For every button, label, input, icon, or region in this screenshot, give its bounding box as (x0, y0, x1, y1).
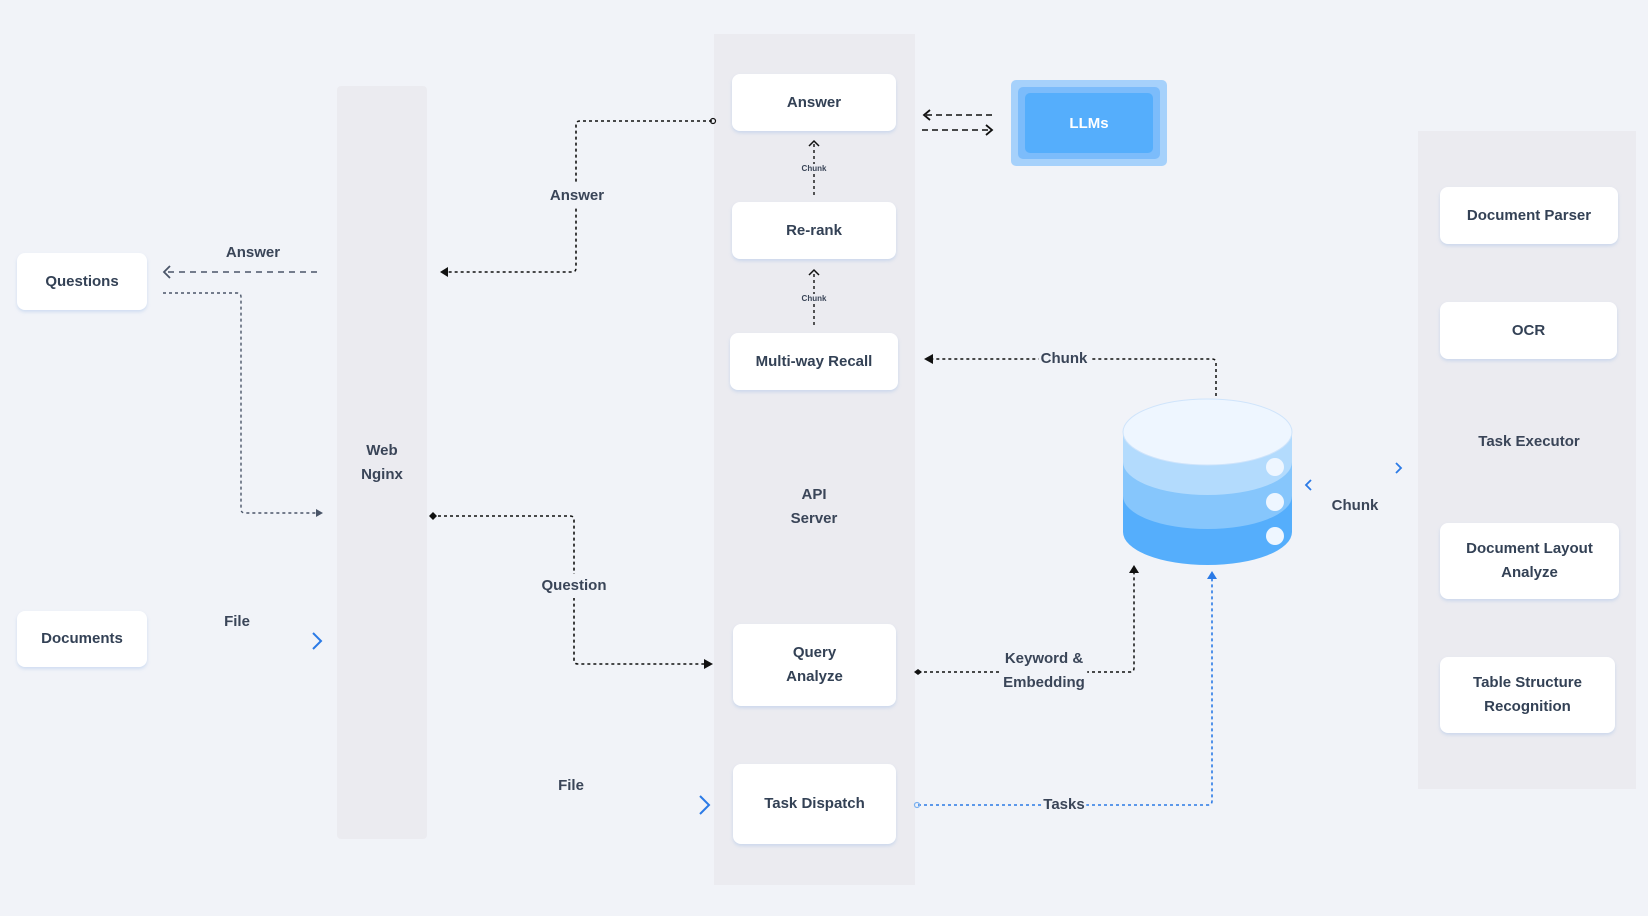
llms-node[interactable]: LLMs (1011, 80, 1167, 166)
api-label: API (801, 486, 827, 503)
query-label-line1: Query (792, 644, 837, 661)
edge-label-chunk-recall: Chunk (1038, 347, 1090, 371)
table-structure-module[interactable]: Table Structure Recognition (1440, 657, 1615, 733)
table-label-line2: Recognition (1484, 698, 1571, 715)
ocr-label: OCR (1511, 321, 1546, 339)
layout-label-line1: Document Layout (1466, 540, 1593, 557)
document-layout-module[interactable]: Document Layout Analyze (1440, 523, 1619, 599)
ocr-module[interactable]: OCR (1440, 302, 1617, 359)
query-label-line2: Analyze (786, 668, 843, 685)
server-label: Server (790, 510, 838, 527)
document-parser-module[interactable]: Document Parser (1440, 187, 1618, 244)
multiway-recall-module[interactable]: Multi-way Recall (730, 333, 898, 390)
database-icon (1122, 398, 1293, 565)
query-analyze-module[interactable]: Query Analyze (733, 624, 896, 706)
recall-module-label: Multi-way Recall (755, 352, 873, 370)
questions-label: Questions (45, 272, 119, 290)
edge-label-file-dispatch: File (558, 777, 584, 794)
edge-file-from-documents (163, 632, 323, 650)
answer-module[interactable]: Answer (732, 74, 896, 131)
edge-label-file-documents: File (224, 613, 250, 630)
table-label-line1: Table Structure (1473, 674, 1582, 691)
documents-label: Documents (41, 630, 123, 647)
llms-label: LLMs (1069, 114, 1109, 132)
dispatch-module-label: Task Dispatch (764, 795, 865, 812)
edge-file-to-dispatch (427, 795, 711, 815)
rerank-module[interactable]: Re-rank (732, 202, 896, 259)
edge-label-chunk-executor: Chunk (1331, 497, 1379, 514)
answer-module-label: Answer (786, 93, 842, 111)
edge-label-answer-questions: Answer (225, 244, 281, 261)
documents-node[interactable]: Documents (17, 611, 147, 667)
edge-label-tasks: Tasks (1041, 793, 1087, 817)
edge-answer-llms (922, 109, 994, 136)
edge-label-chunk-answer: Chunk (801, 164, 827, 174)
edge-answer-to-questions (162, 265, 322, 279)
layout-label-line2: Analyze (1501, 564, 1558, 581)
edge-label-answer-web: Answer (547, 184, 607, 208)
edge-label-embedding: Embedding (1001, 671, 1087, 695)
questions-node[interactable]: Questions (17, 253, 147, 310)
edge-question-to-web (163, 292, 323, 517)
edge-label-question: Question (539, 574, 609, 598)
nginx-label: Nginx (361, 466, 403, 483)
rerank-module-label: Re-rank (786, 221, 842, 239)
web-label: Web (366, 442, 398, 459)
edge-label-chunk-rerank: Chunk (801, 294, 827, 304)
task-executor-title: Task Executor (1478, 433, 1580, 450)
parser-label: Document Parser (1466, 206, 1592, 224)
edge-chunk-executor-db (1304, 462, 1403, 491)
edge-label-keyword: Keyword & (1002, 647, 1086, 671)
task-dispatch-module[interactable]: Task Dispatch (733, 764, 896, 844)
